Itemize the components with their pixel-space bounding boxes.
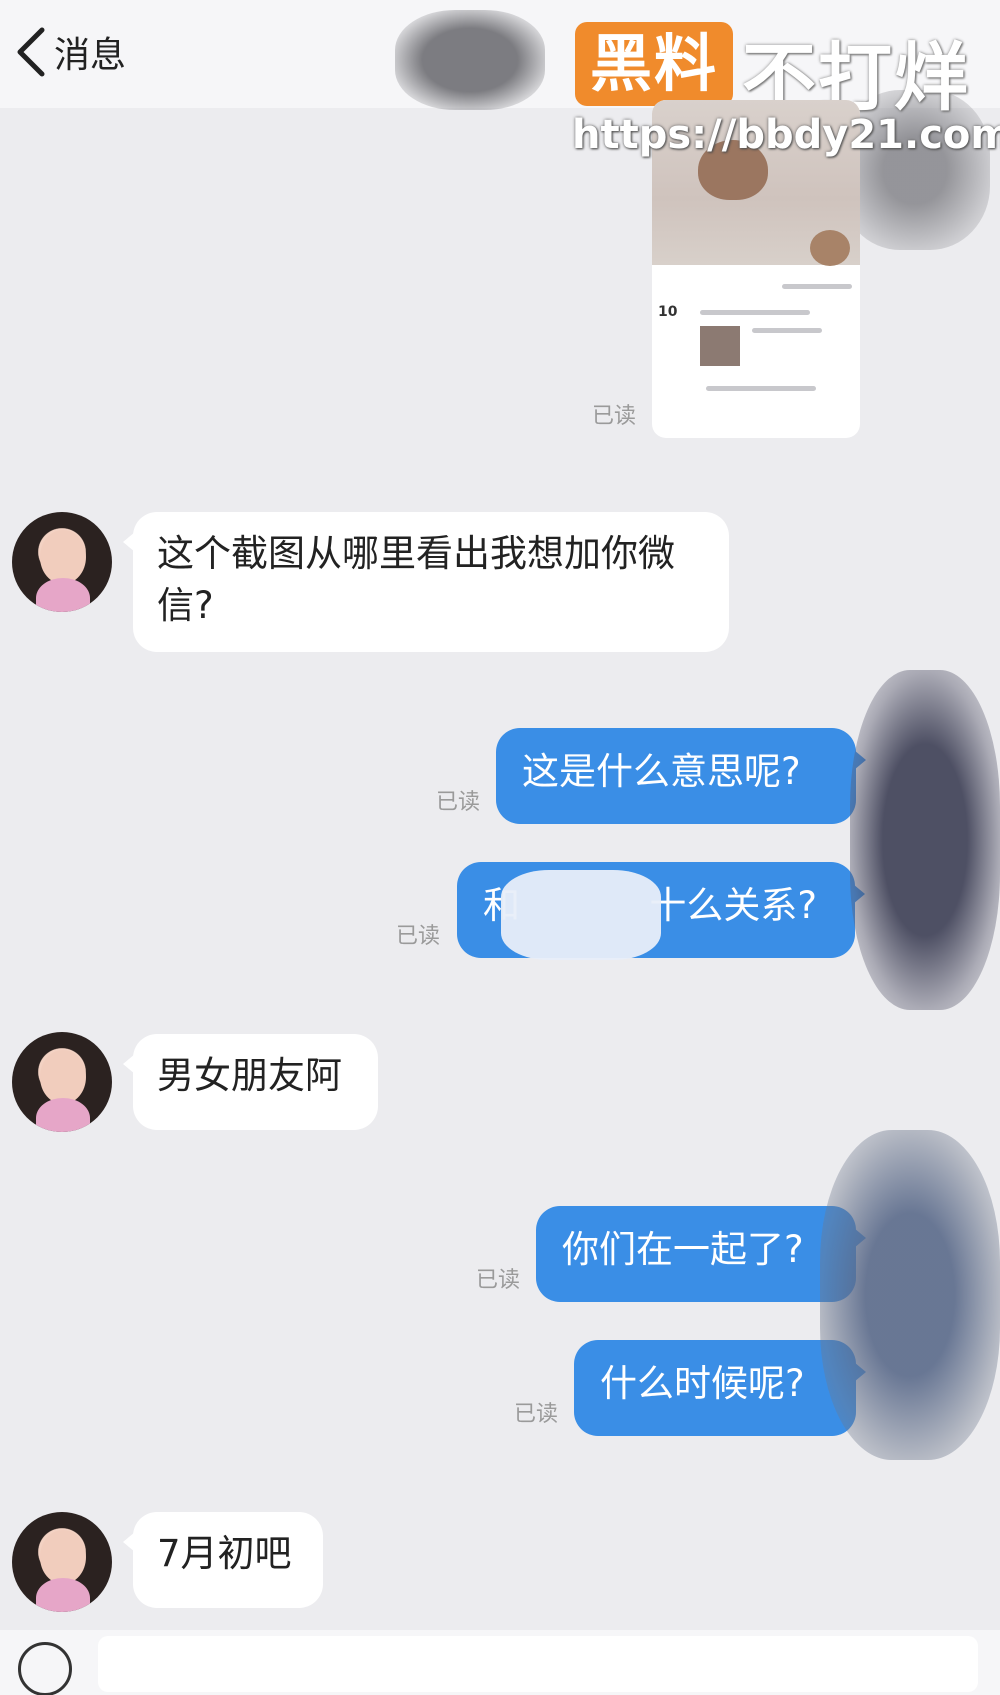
avatar-shirt <box>36 1098 90 1132</box>
scribble-redaction <box>395 10 545 110</box>
avatar[interactable] <box>12 1512 112 1612</box>
message-bubble[interactable]: 这个截图从哪里看出我想加你微 信? <box>123 512 729 652</box>
message-bubble[interactable]: 你们在一起了? <box>536 1206 866 1302</box>
thumbnail-text-line <box>782 284 852 289</box>
read-receipt: 已读 <box>436 790 481 815</box>
message-input[interactable] <box>98 1636 978 1692</box>
read-receipt: 已读 <box>514 1402 559 1427</box>
avatar[interactable] <box>12 512 112 612</box>
message-bubble[interactable]: 这是什么意思呢? <box>496 728 866 824</box>
read-receipt: 已读 <box>476 1268 521 1293</box>
chevron-left-icon <box>17 27 45 77</box>
message-text: 这个截图从哪里看出我想加你微 信? <box>157 532 675 627</box>
thumbnail-inner-image <box>700 326 740 366</box>
watermark-badge: 黑料 <box>575 22 733 106</box>
input-bar <box>0 1630 1000 1695</box>
message-bubble[interactable]: 什么时候呢? <box>574 1340 866 1436</box>
message-bubble[interactable]: 7月初吧 <box>123 1512 323 1608</box>
avatar[interactable] <box>12 1032 112 1132</box>
thumbnail-text-line <box>700 310 810 315</box>
avatar-face <box>40 1050 86 1104</box>
message-text: 什么时候呢? <box>600 1362 805 1405</box>
voice-icon[interactable] <box>18 1642 72 1695</box>
scribble-redaction <box>820 1130 1000 1460</box>
avatar-face <box>40 1530 86 1584</box>
message-bubble[interactable]: 和 十么关系? <box>457 862 865 960</box>
thumbnail-number: 10 <box>658 304 678 320</box>
message-text: 你们在一起了? <box>562 1228 804 1271</box>
message-bubble[interactable]: 男女朋友阿 <box>123 1034 378 1130</box>
watermark-url: https://bbdy21.com <box>572 112 1000 158</box>
chat-screen: 消息 黑料 不打烊 https://bbdy21.com 10 已读 这个截图从… <box>0 0 1000 1695</box>
redaction-mark <box>501 870 661 960</box>
message-text: 7月初吧 <box>157 1532 292 1575</box>
thumbnail-text-line <box>706 386 816 391</box>
avatar-shirt <box>36 578 90 612</box>
message-text: 这是什么意思呢? <box>522 750 801 793</box>
scribble-redaction <box>850 670 1000 1010</box>
back-label: 消息 <box>54 35 127 76</box>
cat-image <box>810 230 850 266</box>
back-button[interactable]: 消息 <box>14 22 126 82</box>
avatar-shirt <box>36 1578 90 1612</box>
read-receipt: 已读 <box>396 924 441 949</box>
read-receipt: 已读 <box>592 404 637 429</box>
thumbnail-text-line <box>752 328 822 333</box>
message-text: 男女朋友阿 <box>157 1054 342 1097</box>
avatar-face <box>40 530 86 584</box>
